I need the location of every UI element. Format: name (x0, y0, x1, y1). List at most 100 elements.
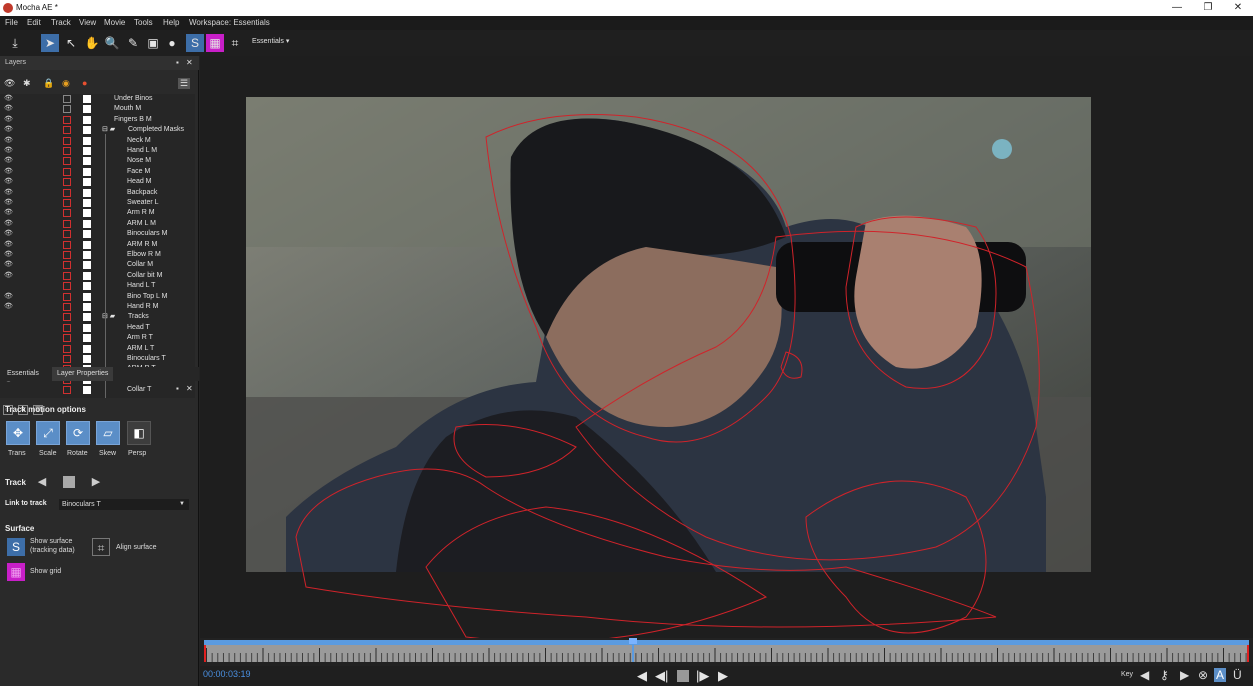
menu-workspace[interactable]: Workspace: Essentials (189, 18, 270, 27)
panel-close-icon[interactable]: ✕ (186, 58, 193, 67)
align-surface-icon[interactable]: ⌗ (92, 538, 110, 556)
menu-file[interactable]: File (5, 18, 18, 27)
track-forward-icon[interactable]: ▶ (89, 475, 103, 489)
eye-icon[interactable]: 👁 (4, 136, 13, 146)
layer-color-swatch[interactable] (83, 105, 91, 114)
layer-color-swatch[interactable] (83, 313, 91, 322)
menu-tools[interactable]: Tools (134, 18, 153, 27)
add-point-tool-icon[interactable]: ↖ (62, 34, 80, 52)
select-tool-icon[interactable]: ➤ (41, 34, 59, 52)
eye-icon[interactable]: 👁 (4, 188, 13, 198)
step-backward-icon[interactable]: ◀| (655, 668, 668, 684)
layer-color-swatch[interactable] (83, 230, 91, 239)
eye-icon[interactable]: 👁 (4, 104, 13, 114)
delete-key-icon[interactable]: ⊗ (1198, 668, 1208, 682)
layer-name[interactable]: Collar M (127, 260, 153, 270)
matte-toggle[interactable] (63, 303, 71, 311)
layer-color-swatch[interactable] (83, 334, 91, 343)
layer-row[interactable]: 👁 Binoculars M (0, 229, 195, 239)
layer-row[interactable]: 👁 Backpack (0, 188, 195, 198)
layer-row[interactable]: 👁 Sweater L (0, 198, 195, 208)
matte-toggle[interactable] (63, 323, 71, 332)
layer-color-swatch[interactable] (83, 271, 91, 280)
playhead-handle[interactable] (629, 638, 638, 644)
timecode[interactable]: 00:00:03:19 (203, 669, 251, 679)
layer-color-swatch[interactable] (83, 303, 91, 311)
layer-name[interactable]: Binoculars T (127, 354, 166, 364)
timeline[interactable] (200, 638, 1253, 666)
layer-name[interactable]: Bino Top L M (127, 292, 167, 302)
tab-essentials[interactable]: Essentials (2, 367, 44, 381)
matte-toggle[interactable] (63, 115, 71, 124)
layer-name[interactable]: Binoculars M (127, 229, 167, 239)
eye-icon[interactable]: 👁 (4, 229, 13, 239)
layer-menu-icon[interactable]: ☰ (178, 78, 191, 89)
layer-row[interactable]: 👁 ⊟ ▰ Completed Masks (0, 125, 195, 135)
layer-row[interactable]: 👁 Head M (0, 177, 195, 187)
layer-name[interactable]: Face M (127, 167, 150, 177)
restore-button[interactable]: ❐ (1195, 1, 1221, 15)
add-key-icon[interactable]: ⚷ (1160, 668, 1169, 682)
eye-icon[interactable]: 👁 (4, 302, 13, 312)
folder-icon[interactable]: ⊟ ▰ (102, 312, 115, 322)
layer-name[interactable]: Arm R M (127, 208, 155, 218)
layer-color-swatch[interactable] (83, 115, 91, 124)
matte-toggle[interactable] (63, 386, 71, 395)
eye-icon[interactable]: 👁 (4, 146, 13, 156)
step-forward-icon[interactable]: |▶ (696, 668, 709, 684)
matte-toggle[interactable] (63, 105, 71, 114)
layer-row[interactable]: 👁 Collar M (0, 260, 195, 270)
layer-color-swatch[interactable] (83, 188, 91, 197)
zoom-icon[interactable]: 🔍 (103, 34, 121, 52)
layer-color-swatch[interactable] (83, 95, 91, 103)
prev-key-icon[interactable]: ◀ (1140, 668, 1149, 682)
layer-color-swatch[interactable] (83, 251, 91, 259)
matte-toggle[interactable] (63, 282, 71, 291)
matte-toggle[interactable] (63, 334, 71, 343)
layer-color-swatch[interactable] (83, 136, 91, 145)
layer-color-swatch[interactable] (83, 386, 91, 395)
matte-toggle[interactable] (63, 188, 71, 197)
tab-layer-properties[interactable]: Layer Properties (52, 367, 114, 381)
show-grid-label[interactable]: Show grid (30, 567, 61, 576)
layer-name[interactable]: ARM L M (127, 219, 156, 229)
next-key-icon[interactable]: ▶ (1180, 668, 1189, 682)
update-icon[interactable]: Ü (1233, 668, 1242, 682)
show-surface-icon[interactable]: S (7, 538, 25, 556)
layer-row[interactable]: 👁 Neck M (0, 136, 195, 146)
layer-name[interactable]: ARM L T (127, 344, 154, 354)
play-backward-icon[interactable]: ◀ (637, 668, 647, 684)
pan-hand-icon[interactable]: ✋ (83, 34, 101, 52)
layer-color-swatch[interactable] (83, 355, 91, 363)
layer-row[interactable]: 👁 Under Binos (0, 94, 195, 104)
layer-color-swatch[interactable] (83, 261, 91, 270)
eye-icon[interactable]: 👁 (4, 177, 13, 187)
layer-row[interactable]: ⊟ ▰ Tracks (0, 312, 195, 322)
align-surface-label[interactable]: Align surface (116, 543, 156, 552)
layer-color-swatch[interactable] (83, 219, 91, 228)
layer-row[interactable]: 👁 Face M (0, 167, 195, 177)
layer-color-swatch[interactable] (83, 344, 91, 353)
menu-edit[interactable]: Edit (27, 18, 41, 27)
layer-color-swatch[interactable] (83, 282, 91, 291)
align-icon[interactable]: ⌗ (226, 34, 244, 52)
eye-icon[interactable]: 👁 (4, 250, 13, 260)
play-forward-icon[interactable]: ▶ (718, 668, 728, 684)
props-undock-icon[interactable]: ▪ (176, 384, 179, 393)
eye-icon[interactable]: 👁 (4, 208, 13, 218)
matte-toggle[interactable] (63, 126, 71, 135)
layer-row[interactable]: 👁 Hand R M (0, 302, 195, 312)
folder-icon[interactable]: ⊟ ▰ (102, 125, 115, 135)
layer-name[interactable]: ARM R M (127, 240, 157, 250)
props-close-icon[interactable]: ✕ (186, 384, 193, 393)
layer-color-swatch[interactable] (83, 167, 91, 176)
eye-icon[interactable]: 👁 (4, 115, 13, 125)
layer-name[interactable]: Completed Masks (128, 125, 184, 135)
layer-row[interactable]: 👁 Elbow R M (0, 250, 195, 260)
show-surface-label[interactable]: Show surface (tracking data) (30, 537, 75, 555)
layer-row[interactable]: Head T (0, 323, 195, 333)
layer-row[interactable]: Collar T (0, 385, 195, 395)
layer-row[interactable]: 👁 Bino Top L M (0, 292, 195, 302)
layer-name[interactable]: Collar bit M (127, 271, 162, 281)
layer-name[interactable]: Hand L T (127, 281, 155, 291)
